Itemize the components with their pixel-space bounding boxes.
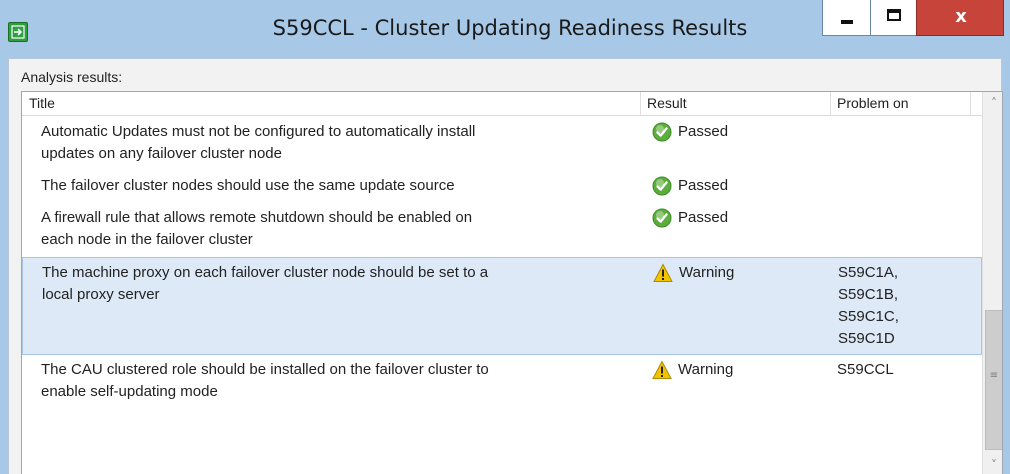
table-row[interactable]: The CAU clustered role should be install… bbox=[22, 355, 982, 409]
check-title: The machine proxy on each failover clust… bbox=[42, 262, 642, 306]
node-name: S59C1A, bbox=[838, 264, 899, 281]
result-text: Passed bbox=[678, 123, 729, 140]
node-name: S59C1D bbox=[838, 330, 895, 347]
table-row[interactable]: Automatic Updates must not be configured… bbox=[22, 117, 982, 171]
arrow-right-icon bbox=[8, 22, 28, 42]
column-header-problem-on[interactable]: Problem on bbox=[830, 92, 970, 116]
table-row[interactable]: The machine proxy on each failover clust… bbox=[22, 257, 982, 355]
warning-triangle-icon bbox=[653, 262, 673, 290]
check-title-line: enable self-updating mode bbox=[41, 383, 218, 400]
check-title-line: each node in the failover cluster bbox=[41, 231, 253, 248]
minimize-icon bbox=[841, 20, 853, 24]
scroll-thumb[interactable]: ≡ bbox=[985, 310, 1002, 450]
column-header-result[interactable]: Result bbox=[640, 92, 830, 116]
node-name: S59C1B, bbox=[838, 286, 899, 303]
check-title: A firewall rule that allows remote shutd… bbox=[41, 207, 641, 251]
check-title-line: updates on any failover cluster node bbox=[41, 145, 282, 162]
check-title-line: local proxy server bbox=[42, 286, 160, 303]
minimize-button[interactable] bbox=[822, 0, 870, 36]
result-text: Warning bbox=[679, 264, 735, 281]
problem-on-cell: S59CCL bbox=[837, 359, 977, 381]
check-circle-icon bbox=[652, 175, 672, 203]
results-grid[interactable]: Title Result Problem on Automatic Update… bbox=[21, 91, 1003, 474]
close-icon: x bbox=[955, 6, 967, 27]
grip-icon: ≡ bbox=[989, 370, 999, 381]
table-row[interactable]: A firewall rule that allows remote shutd… bbox=[22, 203, 982, 257]
check-title-line: The machine proxy on each failover clust… bbox=[42, 264, 489, 281]
caption-buttons: x bbox=[822, 0, 1004, 36]
close-button[interactable]: x bbox=[916, 0, 1004, 36]
title-bar[interactable]: S59CCL - Cluster Updating Readiness Resu… bbox=[0, 0, 1010, 58]
result-cell: Warning bbox=[653, 262, 823, 290]
problem-on-cell: S59C1A, S59C1B, S59C1C, S59C1D bbox=[838, 262, 978, 350]
client-area: Analysis results: Title Result Problem o… bbox=[8, 58, 1003, 474]
check-circle-icon bbox=[652, 121, 672, 149]
node-name: S59C1C, bbox=[838, 308, 899, 325]
analysis-results-label: Analysis results: bbox=[21, 69, 123, 85]
result-cell: Warning bbox=[652, 359, 822, 387]
check-title-line: A firewall rule that allows remote shutd… bbox=[41, 209, 473, 226]
maximize-icon bbox=[887, 9, 901, 21]
window-title: S59CCL - Cluster Updating Readiness Resu… bbox=[272, 16, 748, 40]
table-row[interactable]: The failover cluster nodes should use th… bbox=[22, 171, 982, 203]
result-text: Warning bbox=[678, 361, 734, 378]
check-title-line: The CAU clustered role should be install… bbox=[41, 361, 489, 378]
result-cell: Passed bbox=[652, 207, 822, 235]
result-text: Passed bbox=[678, 209, 729, 226]
column-divider[interactable] bbox=[970, 92, 971, 116]
result-cell: Passed bbox=[652, 175, 822, 203]
check-title-line: Automatic Updates must not be configured… bbox=[41, 123, 476, 140]
check-title: The failover cluster nodes should use th… bbox=[41, 175, 641, 197]
scroll-up-icon[interactable]: ˄ bbox=[983, 92, 1002, 114]
readiness-results-window: S59CCL - Cluster Updating Readiness Resu… bbox=[0, 0, 1010, 474]
check-title: The CAU clustered role should be install… bbox=[41, 359, 641, 403]
result-cell: Passed bbox=[652, 121, 822, 149]
check-title-line: The failover cluster nodes should use th… bbox=[41, 177, 455, 194]
vertical-scrollbar[interactable]: ˄ ≡ ˅ bbox=[982, 92, 1002, 474]
scroll-down-icon[interactable]: ˅ bbox=[983, 454, 1002, 474]
result-text: Passed bbox=[678, 177, 729, 194]
column-header-title[interactable]: Title bbox=[22, 92, 640, 116]
maximize-button[interactable] bbox=[870, 0, 916, 36]
check-circle-icon bbox=[652, 207, 672, 235]
node-name: S59CCL bbox=[837, 361, 894, 378]
check-title: Automatic Updates must not be configured… bbox=[41, 121, 641, 165]
warning-triangle-icon bbox=[652, 359, 672, 387]
grid-header: Title Result Problem on bbox=[22, 92, 982, 116]
